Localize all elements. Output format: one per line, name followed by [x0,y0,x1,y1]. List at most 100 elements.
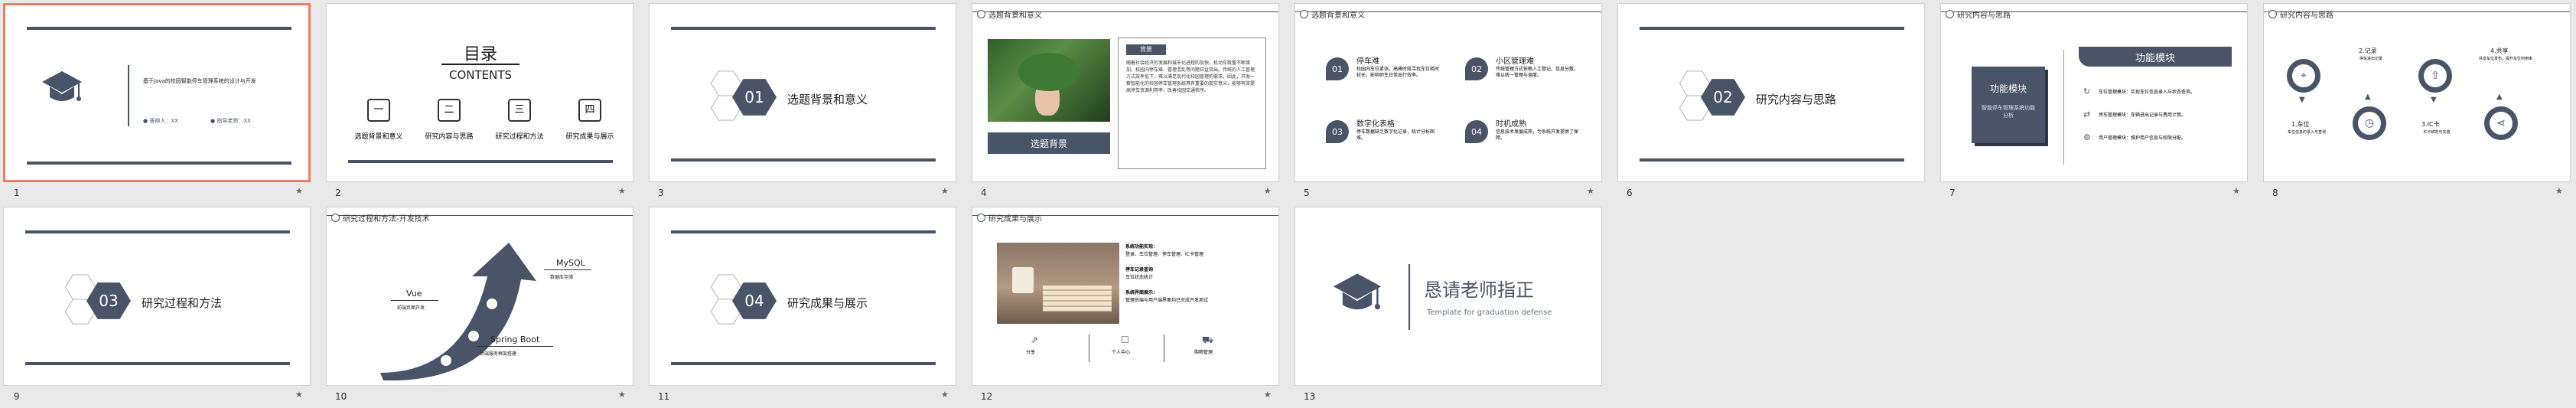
slide-header: 研究成果与展示 [977,212,1042,224]
top-rule [671,27,936,30]
slide-thumbnail-11[interactable]: 04 研究成果与展示 [649,207,956,386]
section-number: 02 [1713,88,1733,106]
animation-star-icon: ★ [2232,186,2240,196]
toc-item[interactable]: 三 研究过程和方法 [489,99,550,141]
slide-header: 研究内容与思路 [2268,8,2333,20]
slide-thumbnail-12[interactable]: 研究成果与展示 系统功能实现： 登录、车位管理、停车管理、IC卡管理 停车记录查… [972,207,1279,386]
slide-number-7: 7 [1949,188,1956,198]
slide-header: 研究内容与思路 [1946,8,2011,20]
slide-thumbnail-13[interactable]: 恳请老师指正 Template for graduation defense [1295,207,1602,386]
slide-thumbnail-7[interactable]: 研究内容与思路 功能模块 智能停车管理系统功能分析 功能模块 ↻ 车位管理模块：… [1940,3,2248,182]
bottom-rule [27,162,291,165]
tech-mysql-desc: 数据库存储 [550,275,574,280]
slide-thumbnail-10[interactable]: 研究过程和方法-开发技术 Vue 前端页面开发 MySQL 数据库存储 Spri… [326,207,633,386]
box-body: 随着社会经济的发展和城市化进程的加快，机动车数量不断增加，校园内停车难、管理混乱… [1126,60,1255,93]
swap-icon: ⇄ [2083,109,2091,119]
caption-bar: 选题背景 [988,132,1110,154]
teacher-name: 指导老师：XX [217,118,251,124]
thesis-title: 基于Java的校园智能停车管理系统的设计与开发 [143,78,256,84]
toc-item[interactable]: 一 选题背景和意义 [348,99,409,141]
slide-thumbnail-5[interactable]: 选题背景和意义 01 停车难 校园内车位紧张，高峰时段寻找车位耗时较长，影响师生… [1295,3,1602,182]
slide-thumbnail-6[interactable]: 02 研究内容与思路 [1617,3,1925,182]
header-circle-icon [2268,10,2277,18]
slide-number-1: 1 [14,188,20,198]
header-circle-icon [1300,10,1308,18]
header-circle-icon [977,214,985,222]
slide-number-11: 11 [658,391,670,402]
share-icon: ⋖ [2484,106,2518,140]
animation-star-icon: ★ [618,390,626,400]
slide-thumbnail-1[interactable]: 基于Java的校园智能停车管理系统的设计与开发 ● 答辩人：XX ● 指导老师：… [3,3,311,182]
slide-number-10: 10 [335,391,347,402]
toc-number-box: 二 [438,99,461,122]
top-rule [25,230,290,233]
toc-item[interactable]: 二 研究内容与思路 [418,99,480,141]
item-title: 时机成熟 [1496,120,1526,129]
header-text: 研究内容与思路 [1957,11,2011,20]
slide-thumbnail-8[interactable]: 研究内容与思路 ⌖ ◷ ⇧ ⋖ ▼ ▲ ▼ ▲ 1.车位 车位信息的录入与查询 … [2263,3,2571,182]
animation-star-icon: ★ [941,186,949,196]
slide-header: 研究过程和方法-开发技术 [331,212,430,224]
bottom-rule [671,158,936,162]
item-text: 信息技术发展成熟，为系统开发提供了保障。 [1496,129,1579,141]
title-divider [128,65,129,126]
toc-number-box: 三 [508,99,531,122]
left-module-title: 功能模块 [1989,83,2027,94]
step-title: 1.车位 [2291,121,2310,128]
header-text: 选题背景和意义 [988,11,1042,20]
toc-rule [441,64,519,65]
up-chevron-icon: ▲ [2496,93,2503,101]
step-title: 4.共享 [2490,47,2509,54]
slide-thumbnail-3[interactable]: 01 选题背景和意义 [649,3,956,182]
icon-label: 个人中心 [1112,350,1131,355]
person-icon: ☐ [1121,335,1129,345]
toc-item[interactable]: 四 研究成果与展示 [559,99,620,141]
down-chevron-icon: ▼ [2431,96,2437,104]
step-text: 停车进出记录 [2359,57,2382,61]
item-badge: 02 [1465,57,1488,80]
animation-star-icon: ★ [295,390,303,400]
right-module-title: 功能模块 [2135,52,2175,64]
slide-number-6: 6 [1627,188,1633,198]
background-box: 背景 随着社会经济的发展和城市化进程的加快，机动车数量不断增加，校园内停车难、管… [1118,38,1266,169]
section-title: 研究内容与思路 [1756,93,1837,106]
bottom-rule [348,160,613,163]
animation-star-icon: ★ [1264,390,1272,400]
toc-number-box: 四 [578,99,601,122]
item-title: 停车难 [1356,57,1379,66]
animation-star-icon: ★ [1264,186,1272,196]
teacher-label: ● 指导老师：XX [210,118,251,124]
location-icon: ⌖ [2287,59,2320,93]
step-text: 车位信息的录入与查询 [2287,130,2326,135]
gear-icon: ⚙ [2083,132,2091,142]
module-item-text: 用户管理模块：维护用户信息与权限分配。 [2099,135,2187,141]
plant-photo [988,39,1110,122]
toc-label: 研究成果与展示 [565,133,614,141]
left-module-card: 功能模块 智能停车管理系统功能分析 [1972,67,2045,143]
item-badge: 04 [1465,120,1488,143]
icon-label: 分享 [1026,350,1036,355]
vertical-divider [2063,50,2064,165]
module-item-text: 车位管理模块：实现车位信息录入与状态查询。 [2099,90,2196,95]
bottom-rule [1640,158,1904,162]
icon-label: 购物管理 [1194,350,1213,355]
bottom-rule [25,362,290,365]
slide-number-8: 8 [2272,188,2278,198]
slide-thumbnail-9[interactable]: 03 研究过程和方法 [3,207,311,386]
animation-star-icon: ★ [295,186,303,196]
slide-number-9: 9 [14,391,20,402]
student-name: 答辩人：XX [149,118,178,124]
leaves [1018,53,1080,91]
header-circle-icon [977,10,985,18]
external-link-icon: ⇗ [1031,335,1039,345]
books-photo [997,243,1119,324]
slide-number-13: 13 [1304,391,1316,402]
slide-thumbnail-2[interactable]: 目录 CONTENTS 一 选题背景和意义 二 研究内容与思路 三 研究过程和方… [326,3,633,182]
bottom-rule [671,362,936,365]
header-text: 选题背景和意义 [1311,11,1365,20]
section-title: 研究过程和方法 [142,296,223,310]
slide-number-5: 5 [1304,188,1310,198]
result-line: 系统界面展示： [1125,290,1158,295]
slide-thumbnail-4[interactable]: 选题背景和意义 选题背景 背景 随着社会经济的发展和城市化进程的加快，机动车数量… [972,3,1279,182]
tech-vue: Vue [406,289,422,299]
